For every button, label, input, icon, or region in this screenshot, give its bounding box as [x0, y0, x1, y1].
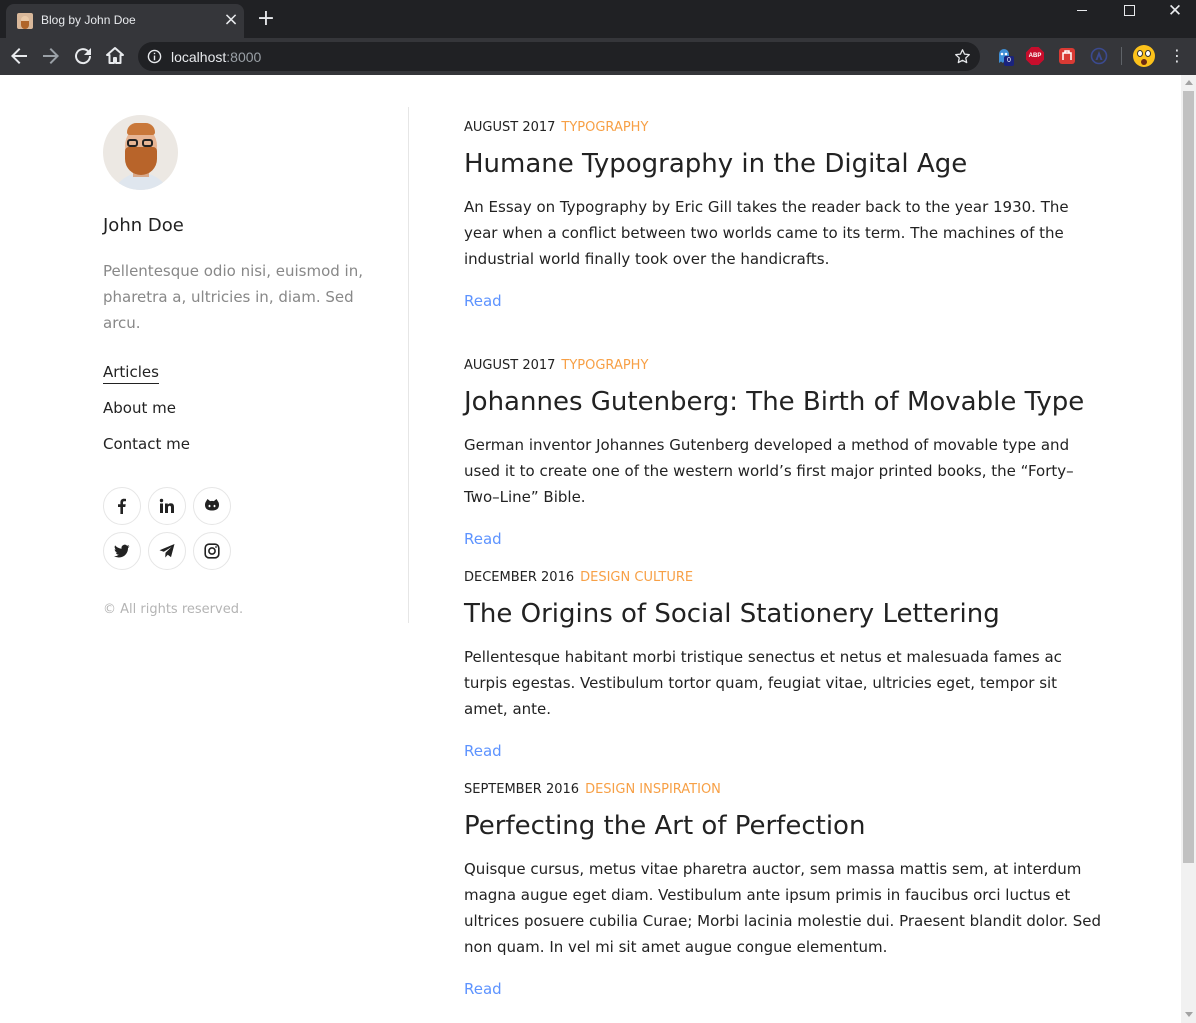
post-meta: December 2016 Design Culture	[464, 570, 1104, 588]
post-title[interactable]: The Origins of Social Stationery Letteri…	[464, 597, 1104, 631]
read-link[interactable]: Read	[464, 742, 502, 760]
telegram-icon	[159, 544, 175, 558]
post-meta: September 2016 Design Inspiration	[464, 782, 1104, 800]
author-name[interactable]: John Doe	[103, 215, 184, 236]
sidebar-menu: Articles About me Contact me	[103, 362, 190, 470]
post-item: August 2017 Typography Johannes Gutenberg…	[464, 358, 1104, 548]
instagram-icon	[204, 543, 220, 559]
menu-link-about[interactable]: About me	[103, 399, 176, 419]
window-close-icon[interactable]: ✕	[1164, 2, 1186, 20]
tab-close-icon[interactable]: ×	[222, 11, 240, 29]
post-item: August 2017 Typography Humane Typography …	[464, 120, 1104, 310]
address-bar[interactable]: localhost:8000	[138, 42, 980, 71]
scroll-down-arrow-icon[interactable]	[1185, 1012, 1193, 1017]
url-text: localhost:8000	[171, 49, 261, 65]
new-tab-icon[interactable]: +	[256, 8, 276, 30]
tab-title: Blog by John Doe	[41, 13, 136, 27]
adblock-plus-icon[interactable]: ABP	[1026, 47, 1044, 65]
browser-toolbar: localhost:8000 0 ABP ⋮	[0, 38, 1196, 75]
sidebar-divider	[408, 107, 409, 623]
github-button[interactable]	[193, 487, 231, 525]
privacy-extension-icon[interactable]	[1058, 47, 1076, 65]
read-link[interactable]: Read	[464, 530, 502, 548]
post-description: German inventor Johannes Gutenberg devel…	[464, 436, 1074, 506]
post-meta: August 2017 Typography	[464, 358, 1104, 376]
ghostery-extension-icon[interactable]: 0	[995, 47, 1014, 66]
author-avatar	[103, 115, 178, 190]
github-icon	[205, 499, 219, 511]
browser-tab[interactable]: Blog by John Doe ×	[6, 4, 244, 38]
menu-link-contact[interactable]: Contact me	[103, 435, 190, 455]
twitter-icon	[114, 544, 130, 558]
window-minimize-icon[interactable]	[1072, 2, 1094, 20]
reload-icon[interactable]	[71, 44, 95, 68]
dark-extension-icon[interactable]	[1090, 47, 1108, 65]
post-category-link[interactable]: Typography	[561, 358, 648, 373]
menu-item-articles: Articles	[103, 362, 190, 398]
post-description: Pellentesque habitant morbi tristique se…	[464, 648, 1062, 718]
scrollbar-thumb[interactable]	[1183, 91, 1194, 863]
toolbar-separator	[1121, 47, 1122, 65]
page-scrollbar[interactable]	[1181, 75, 1196, 1023]
twitter-button[interactable]	[103, 532, 141, 570]
author-bio: Pellentesque odio nisi, euismod in, phar…	[103, 262, 364, 332]
browser-menu-icon[interactable]: ⋮	[1168, 47, 1186, 65]
post-item: September 2016 Design Inspiration Perfect…	[464, 782, 1104, 998]
post-category-link[interactable]: Typography	[561, 120, 648, 135]
post-date: August 2017	[464, 358, 556, 373]
bookmark-star-icon[interactable]	[953, 47, 972, 66]
read-link[interactable]: Read	[464, 292, 502, 310]
menu-item-contact: Contact me	[103, 434, 190, 470]
url-host: localhost	[171, 49, 227, 65]
post-item: December 2016 Design Culture The Origins …	[464, 570, 1104, 760]
copyright-text: © All rights reserved.	[103, 602, 244, 617]
profile-avatar-icon[interactable]	[1133, 45, 1155, 67]
scroll-up-arrow-icon[interactable]	[1185, 80, 1193, 85]
page-viewport: John Doe Pellentesque odio nisi, euismod…	[0, 75, 1181, 1023]
post-date: September 2016	[464, 782, 580, 797]
post-description: Quisque cursus, metus vitae pharetra auc…	[464, 860, 1102, 956]
sidebar: John Doe Pellentesque odio nisi, euismod…	[103, 75, 409, 623]
home-icon[interactable]	[103, 44, 127, 68]
menu-link-articles[interactable]: Articles	[103, 363, 159, 384]
extension-badge-count: 0	[1004, 56, 1014, 66]
post-date: August 2017	[464, 120, 556, 135]
post-date: December 2016	[464, 570, 575, 585]
window-maximize-icon[interactable]	[1118, 2, 1140, 20]
instagram-button[interactable]	[193, 532, 231, 570]
url-port: :8000	[226, 49, 262, 65]
read-link[interactable]: Read	[464, 980, 502, 998]
tab-favicon-icon	[17, 13, 33, 29]
linkedin-icon	[159, 498, 174, 513]
telegram-button[interactable]	[148, 532, 186, 570]
facebook-icon	[118, 498, 126, 514]
post-title[interactable]: Perfecting the Art of Perfection	[464, 809, 1104, 843]
menu-item-about: About me	[103, 398, 190, 434]
site-info-icon[interactable]	[147, 49, 162, 64]
post-title[interactable]: Johannes Gutenberg: The Birth of Movable…	[464, 385, 1104, 419]
browser-tabbar: Blog by John Doe × + ✕	[0, 0, 1196, 38]
forward-arrow-icon[interactable]	[39, 44, 63, 68]
back-arrow-icon[interactable]	[7, 44, 31, 68]
post-title[interactable]: Humane Typography in the Digital Age	[464, 147, 1104, 181]
facebook-button[interactable]	[103, 487, 141, 525]
post-meta: August 2017 Typography	[464, 120, 1104, 138]
post-category-link[interactable]: Design Inspiration	[585, 782, 721, 797]
post-description: An Essay on Typography by Eric Gill take…	[464, 198, 1069, 268]
post-category-link[interactable]: Design Culture	[580, 570, 693, 585]
linkedin-button[interactable]	[148, 487, 186, 525]
